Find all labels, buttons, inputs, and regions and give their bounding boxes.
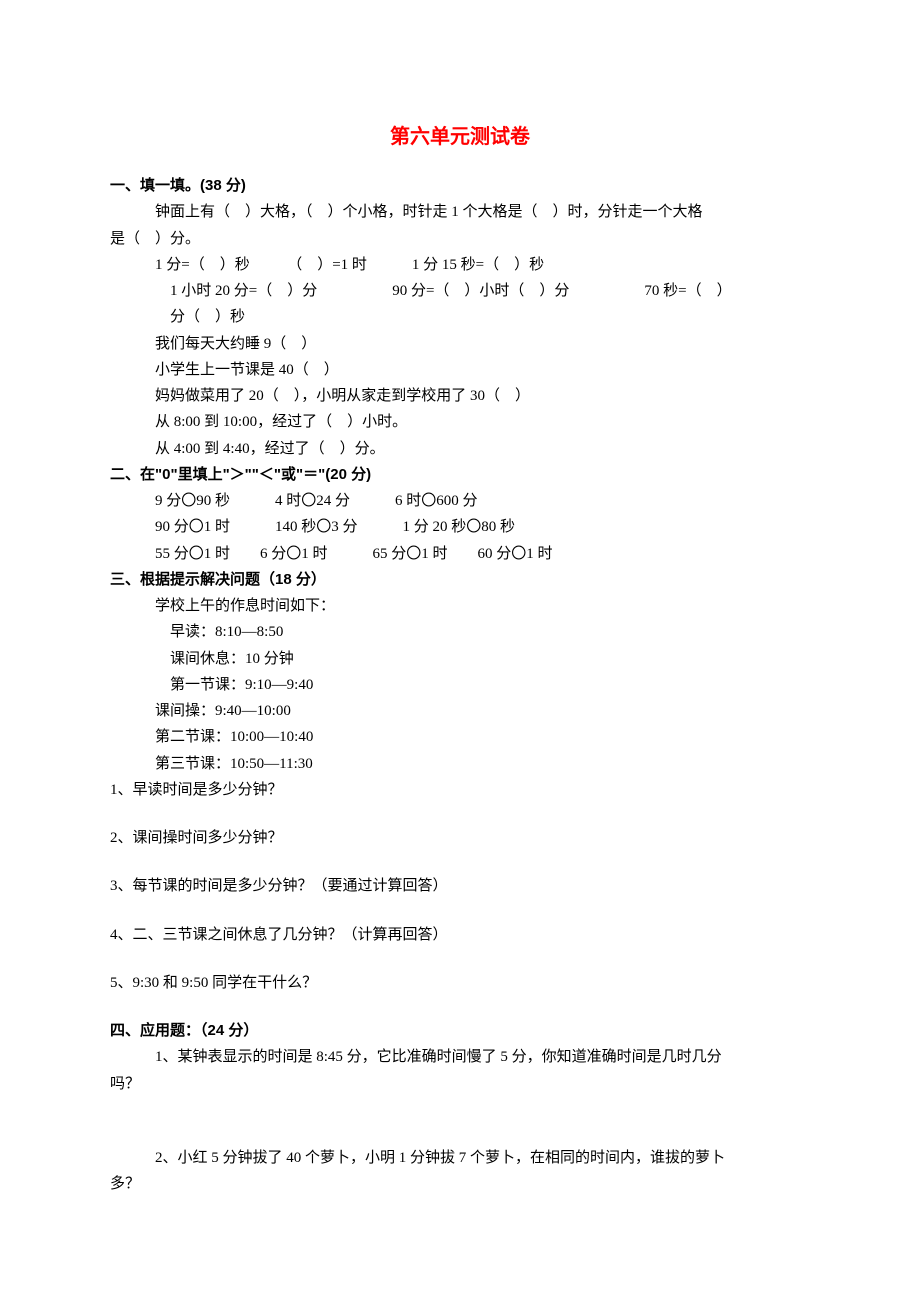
s1-line: 钟面上有（ ）大格，（ ）个小格，时针走 1 个大格是（ ）时，分针走一个大格 — [110, 199, 810, 225]
s3-q2: 2、课间操时间多少分钟？ — [110, 825, 810, 851]
s3-line: 第二节课：10:00—10:40 — [110, 724, 810, 750]
s1-line: 分（ ）秒 — [110, 304, 810, 330]
s2-line: 90 分〇1 时 140 秒〇3 分 1 分 20 秒〇80 秒 — [110, 514, 810, 540]
s3-line: 课间休息：10 分钟 — [110, 646, 810, 672]
s3-q5: 5、9:30 和 9:50 同学在干什么？ — [110, 970, 810, 996]
s3-line: 课间操：9:40—10:00 — [110, 698, 810, 724]
s1-line: 从 4:00 到 4:40，经过了（ ）分。 — [110, 436, 810, 462]
s3-line: 早读：8:10—8:50 — [110, 619, 810, 645]
s1-line: 小学生上一节课是 40（ ） — [110, 357, 810, 383]
s1-line: 我们每天大约睡 9（ ） — [110, 331, 810, 357]
section-4-head: 四、应用题：（24 分） — [110, 1018, 810, 1044]
section-1-head: 一、填一填。(38 分) — [110, 173, 810, 199]
page-title: 第六单元测试卷 — [110, 120, 810, 155]
section-3-head: 三、根据提示解决问题（18 分） — [110, 567, 810, 593]
s4-q2-line1: 2、小红 5 分钟拔了 40 个萝卜，小明 1 分钟拔 7 个萝卜，在相同的时间… — [110, 1145, 810, 1171]
s3-q3: 3、每节课的时间是多少分钟？（要通过计算回答） — [110, 873, 810, 899]
s3-line: 第一节课：9:10—9:40 — [110, 672, 810, 698]
s3-line: 第三节课：10:50—11:30 — [110, 751, 810, 777]
s4-q2-line2: 多？ — [110, 1171, 810, 1197]
s3-line: 学校上午的作息时间如下： — [110, 593, 810, 619]
s1-line: 妈妈做菜用了 20（ ），小明从家走到学校用了 30（ ） — [110, 383, 810, 409]
s1-line: 1 分=（ ）秒 （ ）=1 时 1 分 15 秒=（ ）秒 — [110, 252, 810, 278]
s1-line: 从 8:00 到 10:00，经过了（ ）小时。 — [110, 409, 810, 435]
s1-line: 是（ ）分。 — [110, 226, 810, 252]
section-2-head: 二、在"0"里填上"＞""＜"或"＝"(20 分) — [110, 462, 810, 488]
s2-line: 9 分〇90 秒 4 时〇24 分 6 时〇600 分 — [110, 488, 810, 514]
s4-q1-line1: 1、某钟表显示的时间是 8:45 分，它比准确时间慢了 5 分，你知道准确时间是… — [110, 1044, 810, 1070]
s2-line: 55 分〇1 时 6 分〇1 时 65 分〇1 时 60 分〇1 时 — [110, 541, 810, 567]
s4-q1-line2: 吗？ — [110, 1071, 810, 1097]
s3-q1: 1、早读时间是多少分钟？ — [110, 777, 810, 803]
s1-line: 1 小时 20 分=（ ）分 90 分=（ ）小时（ ）分 70 秒=（ ） — [110, 278, 810, 304]
s3-q4: 4、二、三节课之间休息了几分钟？（计算再回答） — [110, 922, 810, 948]
